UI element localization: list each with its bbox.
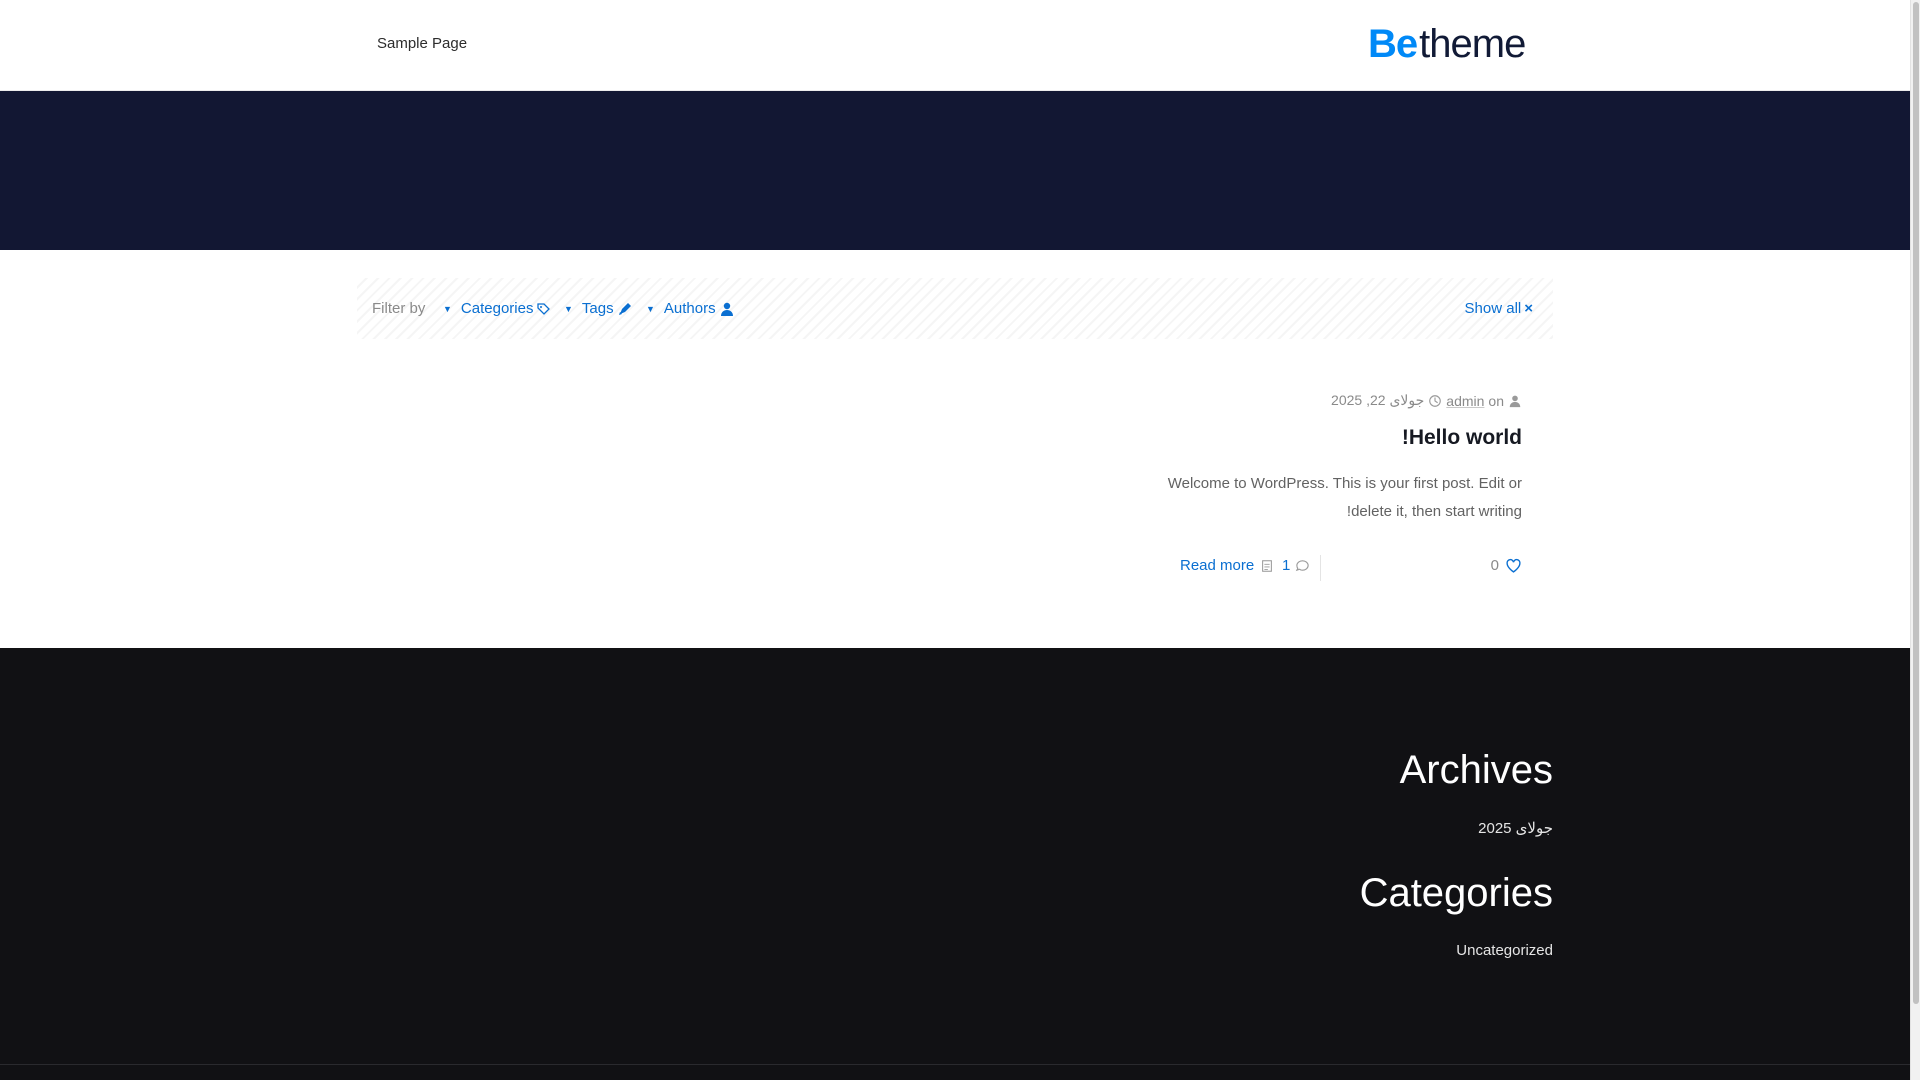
filter-bar: Filter by ▼ Categories ▼ Tags ▼ Authors … [357, 278, 1553, 339]
site-header: Sample Page Be theme [0, 0, 1910, 91]
show-all-button[interactable]: Show all × [1465, 300, 1533, 318]
scrollbar-thumb[interactable] [1913, 2, 1919, 1004]
document-icon [1262, 559, 1273, 572]
page: Sample Page Be theme Filter by ▼ Categor… [0, 0, 1910, 1080]
site-logo[interactable]: Be theme [1368, 22, 1526, 66]
filter-categories-label: Categories [460, 300, 534, 317]
filter-authors-label: Authors [663, 300, 716, 317]
scrollbar[interactable] [1910, 0, 1920, 1080]
footer-divider [1320, 555, 1321, 581]
close-icon: × [1524, 300, 1533, 317]
categories-title: Categories [1359, 871, 1553, 915]
logo-theme: theme [1419, 22, 1526, 66]
footer-divider-line [0, 1064, 1910, 1065]
likes-count: 0 [1490, 557, 1499, 574]
archive-link[interactable]: جولای 2025 [1478, 819, 1553, 837]
post-title[interactable]: Hello world! [1402, 426, 1522, 450]
user-icon [720, 302, 733, 316]
like-button[interactable]: 0 [1491, 557, 1522, 574]
post-footer: Read more 1 0 [1180, 555, 1522, 581]
site-footer: Archives جولای 2025 Categories Uncategor… [0, 648, 1910, 1080]
read-more-label: Read more [1180, 557, 1255, 574]
heart-icon [1506, 558, 1521, 573]
post-date: جولای 22, 2025 [1331, 392, 1425, 408]
post-excerpt: Welcome to WordPress. This is your first… [1167, 475, 1522, 520]
comments-link[interactable]: 1 [1282, 557, 1310, 574]
comment-icon [1296, 560, 1310, 572]
filter-by-label: Filter by [372, 300, 426, 317]
tags-icon [537, 303, 551, 315]
post-meta: جولای 22, 2025 admin on [1331, 392, 1522, 409]
archives-title: Archives [1399, 748, 1553, 792]
read-more-link[interactable]: Read more [1180, 557, 1274, 574]
clock-icon [1429, 394, 1442, 407]
filter-categories[interactable]: ▼ Categories [443, 300, 552, 318]
caret-down-icon: ▼ [646, 304, 655, 314]
filter-tags[interactable]: ▼ Tags [564, 300, 633, 318]
caret-down-icon: ▼ [564, 304, 573, 314]
category-link[interactable]: Uncategorized [1456, 942, 1553, 959]
post-author-link[interactable]: admin [1446, 393, 1484, 409]
comments-count: 1 [1282, 557, 1291, 574]
show-all-label: Show all [1464, 300, 1522, 317]
filter-authors[interactable]: ▼ Authors [646, 300, 735, 318]
caret-down-icon: ▼ [443, 304, 452, 314]
hero-banner [0, 91, 1910, 250]
logo-be: Be [1368, 22, 1418, 66]
nav-sample-page[interactable]: Sample Page [377, 35, 467, 52]
post-meta-on: on [1488, 392, 1504, 409]
filter-tags-label: Tags [581, 300, 614, 317]
user-icon [1509, 395, 1521, 407]
pen-icon [618, 303, 631, 315]
